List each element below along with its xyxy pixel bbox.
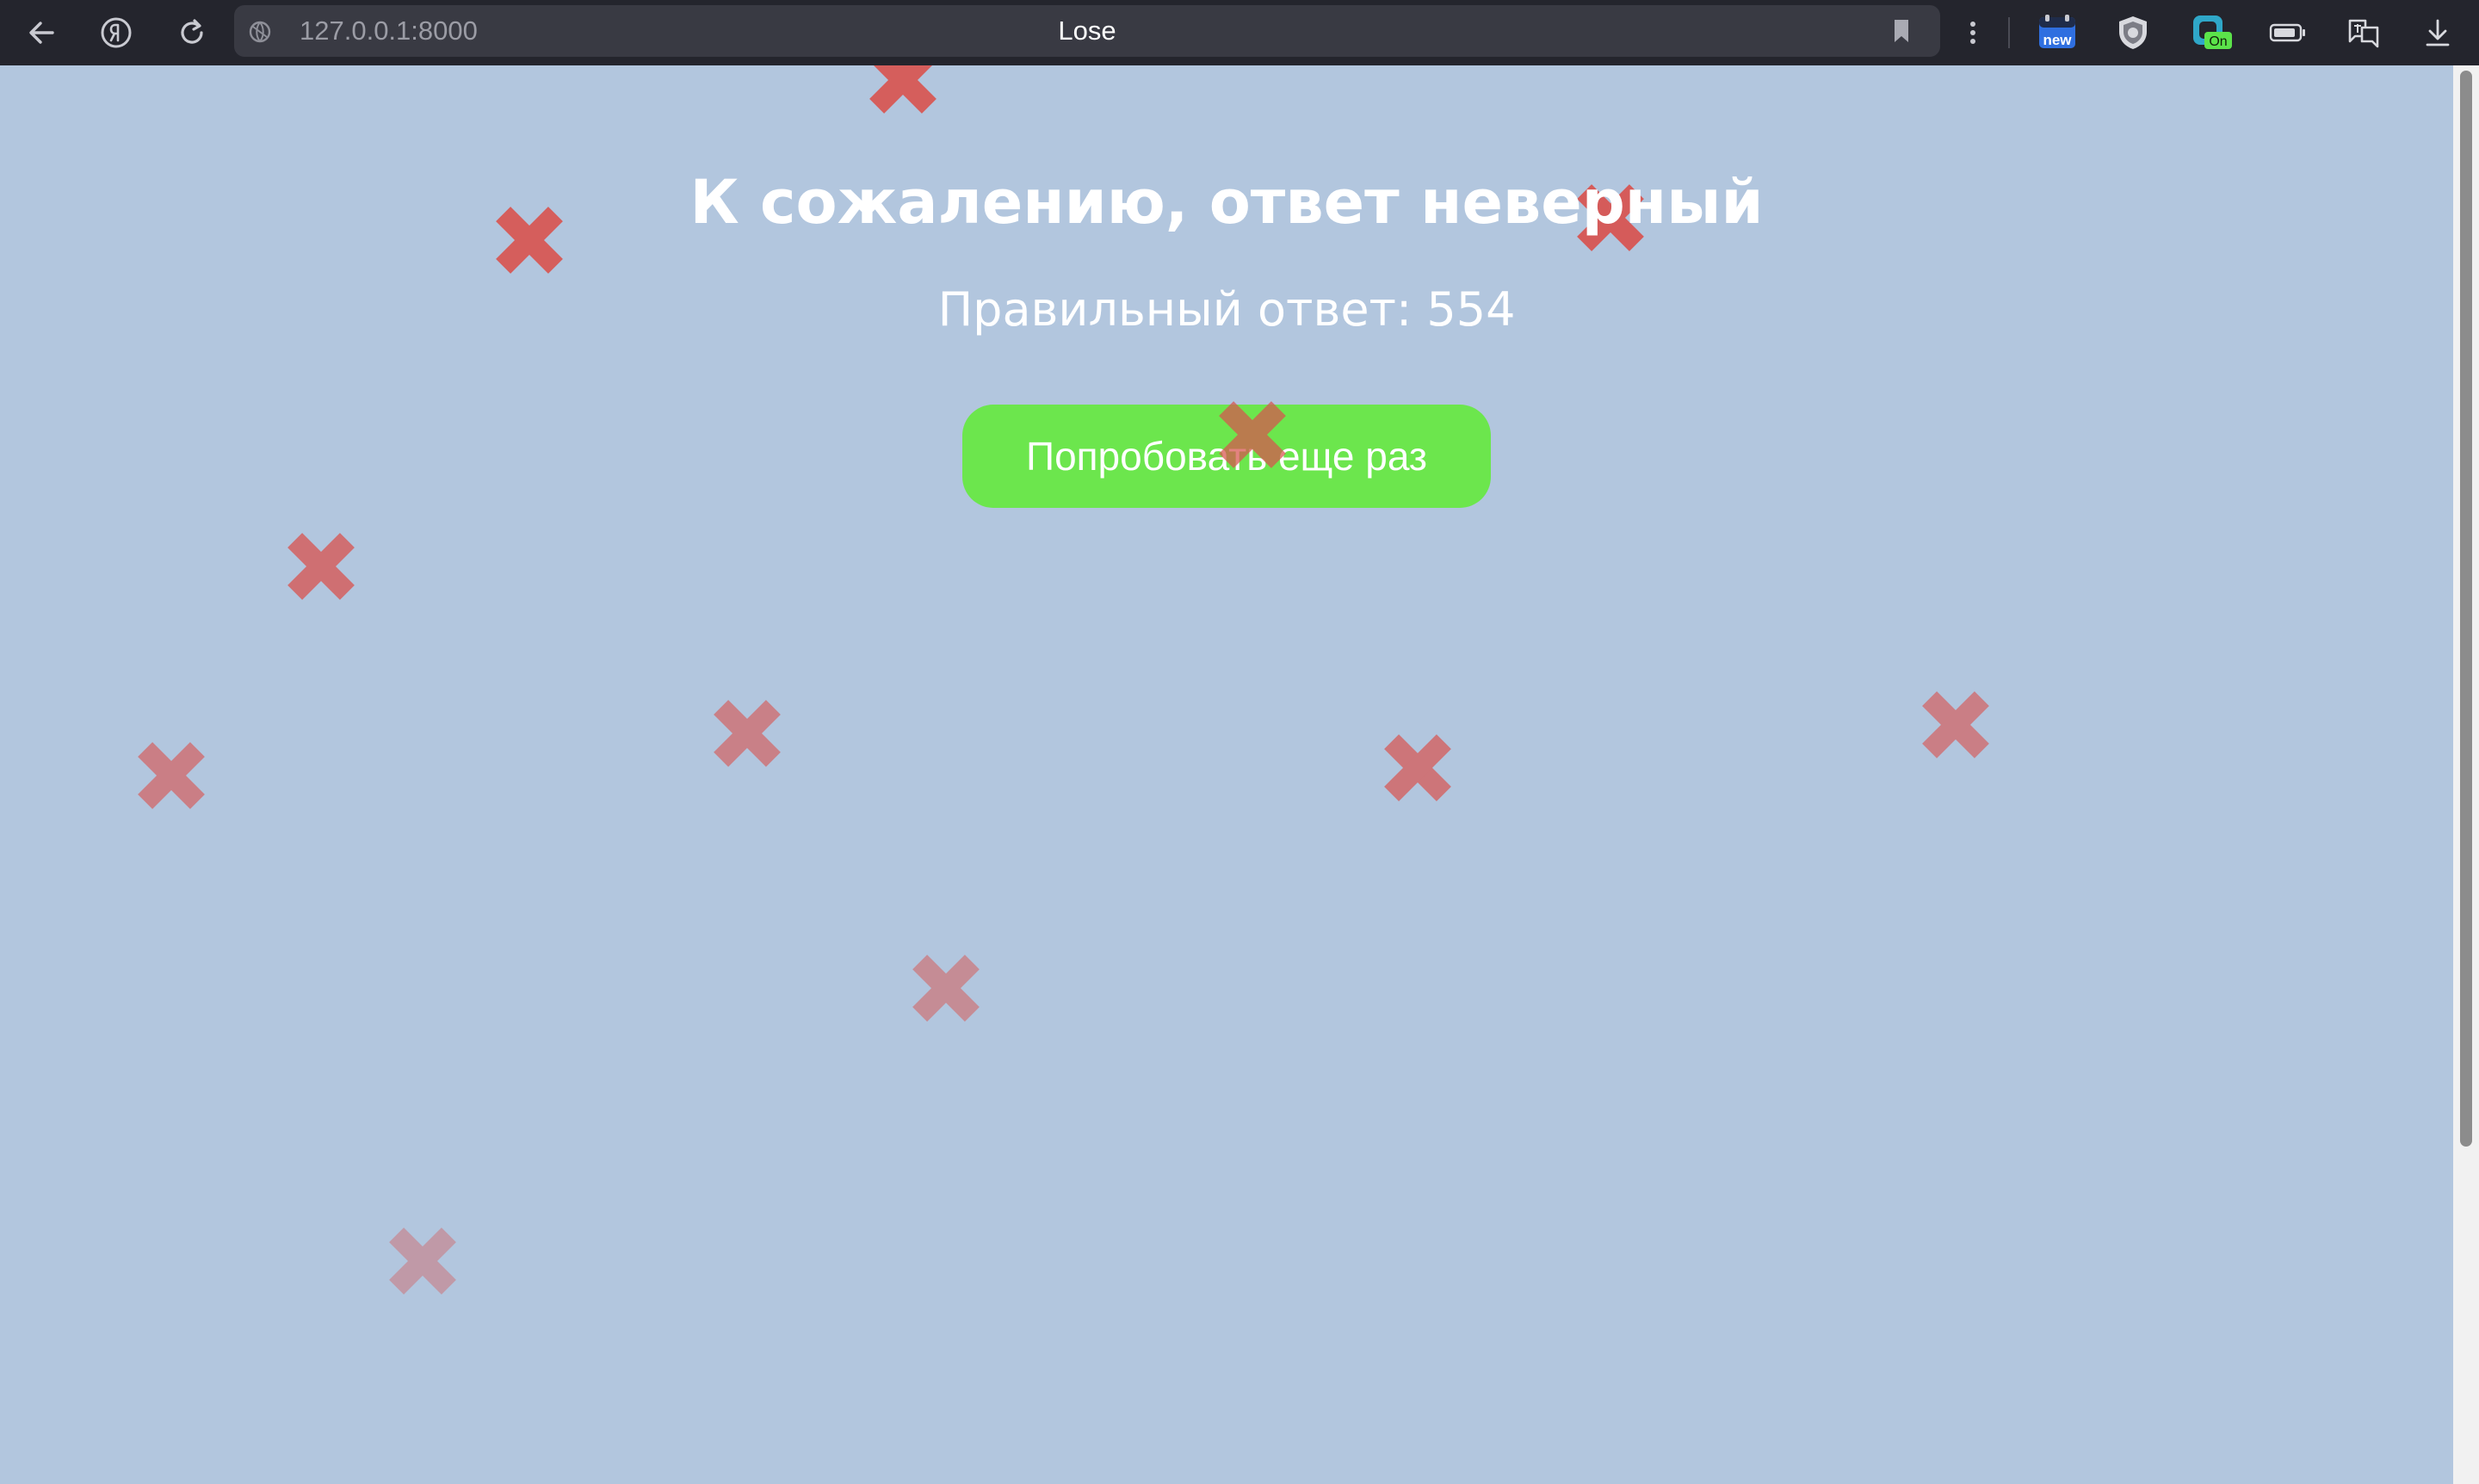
page-scrollbar[interactable] — [2453, 65, 2479, 1484]
translate-icon — [2348, 19, 2379, 48]
battery-icon — [2269, 23, 2305, 42]
address-bar[interactable]: 127.0.0.1:8000 Lose — [234, 5, 1940, 57]
new-badge-extension-icon: new — [2039, 15, 2075, 48]
new-badge-text: new — [2043, 32, 2072, 48]
red-cross-icon — [134, 739, 208, 813]
red-cross-icon — [386, 1224, 460, 1298]
red-cross-icon — [1919, 688, 1993, 762]
more-vertical-icon — [1970, 22, 1975, 44]
browser-toolbar: 127.0.0.1:8000 Lose new On — [0, 0, 2479, 65]
page-title: К сожалению, ответ неверный — [689, 167, 1764, 238]
red-cross-icon — [710, 696, 784, 770]
downloads-button[interactable] — [2415, 10, 2460, 55]
page-content: К сожалению, ответ неверный Правильный о… — [0, 65, 2453, 1484]
scrollbar-thumb[interactable] — [2460, 71, 2472, 1147]
arrow-left-icon — [29, 22, 54, 44]
reload-icon — [181, 19, 203, 44]
red-cross-icon — [866, 65, 940, 117]
translate-button[interactable] — [2341, 10, 2386, 55]
shield-extension[interactable] — [2111, 10, 2155, 55]
shield-extension-icon — [2119, 16, 2147, 49]
battery-indicator[interactable] — [2266, 10, 2310, 55]
vpn-on-extension-icon: On — [2193, 15, 2232, 49]
tab-title: Lose — [1058, 15, 1116, 46]
yandex-home-button[interactable] — [96, 12, 137, 53]
bookmark-icon[interactable] — [1889, 17, 1914, 45]
correct-answer-text: Правильный ответ: 554 — [937, 282, 1516, 337]
red-cross-icon — [1215, 398, 1289, 472]
red-cross-icon — [909, 951, 983, 1025]
menu-button[interactable] — [1950, 10, 1995, 55]
yandex-logo-icon — [101, 17, 132, 48]
reload-button[interactable] — [171, 12, 213, 53]
red-cross-icon — [1381, 731, 1455, 805]
new-badge-extension[interactable]: new — [2035, 10, 2080, 55]
back-button[interactable] — [21, 12, 62, 53]
download-icon — [2426, 19, 2450, 46]
vpn-on-badge-text: On — [2209, 34, 2227, 49]
red-cross-icon — [284, 529, 358, 603]
toolbar-divider — [2008, 17, 2010, 48]
vpn-extension[interactable]: On — [2190, 10, 2235, 55]
